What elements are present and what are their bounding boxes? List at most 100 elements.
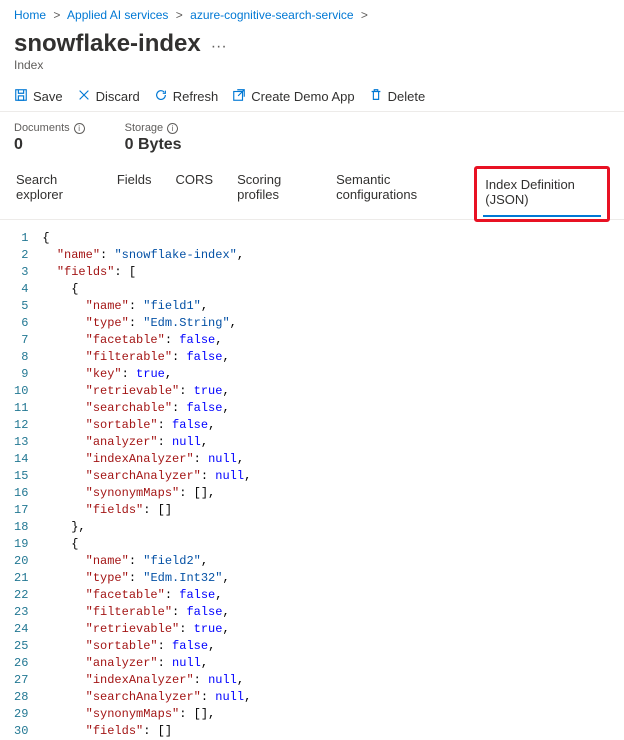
chevron-right-icon: >: [53, 8, 60, 22]
code-line: "filterable": false,: [42, 604, 251, 621]
code-line: "type": "Edm.String",: [42, 315, 251, 332]
line-number: 27: [14, 672, 28, 689]
code-line: "fields": []: [42, 723, 251, 740]
tab-cors[interactable]: CORS: [174, 166, 216, 219]
highlight-annotation: Index Definition (JSON): [474, 166, 610, 222]
line-number: 23: [14, 604, 28, 621]
tab-fields[interactable]: Fields: [115, 166, 154, 219]
code-line: "sortable": false,: [42, 417, 251, 434]
line-number: 26: [14, 655, 28, 672]
tab-index-definition-json[interactable]: Index Definition (JSON): [483, 171, 601, 217]
create-demo-label: Create Demo App: [251, 89, 354, 104]
line-number: 2: [14, 247, 28, 264]
code-line: "name": "field2",: [42, 553, 251, 570]
code-line: "retrievable": true,: [42, 621, 251, 638]
code-line: "key": true,: [42, 366, 251, 383]
line-number: 30: [14, 723, 28, 740]
tab-semantic-configurations[interactable]: Semantic configurations: [334, 166, 454, 219]
save-button[interactable]: Save: [14, 88, 63, 105]
line-gutter: 1234567891011121314151617181920212223242…: [14, 230, 42, 740]
code-line: {: [42, 230, 251, 247]
code-line: "fields": [: [42, 264, 251, 281]
info-icon[interactable]: i: [167, 123, 178, 134]
code-line: {: [42, 281, 251, 298]
code-line: "searchAnalyzer": null,: [42, 468, 251, 485]
line-number: 15: [14, 468, 28, 485]
documents-value: 0: [14, 136, 85, 154]
discard-button[interactable]: Discard: [77, 88, 140, 105]
chevron-right-icon: >: [176, 8, 183, 22]
info-icon[interactable]: i: [74, 123, 85, 134]
line-number: 10: [14, 383, 28, 400]
code-line: },: [42, 519, 251, 536]
line-number: 5: [14, 298, 28, 315]
create-demo-button[interactable]: Create Demo App: [232, 88, 354, 105]
code-line: "synonymMaps": [],: [42, 485, 251, 502]
line-number: 24: [14, 621, 28, 638]
line-number: 29: [14, 706, 28, 723]
line-number: 1: [14, 230, 28, 247]
line-number: 8: [14, 349, 28, 366]
code-line: "retrievable": true,: [42, 383, 251, 400]
line-number: 16: [14, 485, 28, 502]
delete-label: Delete: [388, 89, 426, 104]
code-line: "type": "Edm.Int32",: [42, 570, 251, 587]
refresh-button[interactable]: Refresh: [154, 88, 219, 105]
line-number: 19: [14, 536, 28, 553]
line-number: 25: [14, 638, 28, 655]
line-number: 21: [14, 570, 28, 587]
code-line: "synonymMaps": [],: [42, 706, 251, 723]
save-icon: [14, 88, 28, 105]
line-number: 3: [14, 264, 28, 281]
breadcrumb-item[interactable]: Applied AI services: [67, 8, 168, 22]
documents-label: Documents: [14, 122, 70, 134]
breadcrumb-item[interactable]: Home: [14, 8, 46, 22]
line-number: 13: [14, 434, 28, 451]
line-number: 12: [14, 417, 28, 434]
line-number: 18: [14, 519, 28, 536]
delete-button[interactable]: Delete: [369, 88, 426, 105]
refresh-label: Refresh: [173, 89, 219, 104]
code-line: "sortable": false,: [42, 638, 251, 655]
code-line: "facetable": false,: [42, 332, 251, 349]
save-label: Save: [33, 89, 63, 104]
tab-search-explorer[interactable]: Search explorer: [14, 166, 95, 219]
line-number: 22: [14, 587, 28, 604]
external-icon: [232, 88, 246, 105]
more-icon[interactable]: ···: [211, 38, 227, 56]
stats-panel: Documents i 0 Storagei 0 Bytes: [0, 112, 624, 160]
documents-stat: Documents i 0: [14, 122, 85, 154]
code-line: "analyzer": null,: [42, 434, 251, 451]
breadcrumb-item[interactable]: azure-cognitive-search-service: [190, 8, 353, 22]
breadcrumb: Home > Applied AI services > azure-cogni…: [0, 0, 624, 26]
code-line: "fields": []: [42, 502, 251, 519]
line-number: 17: [14, 502, 28, 519]
storage-label: Storage: [125, 122, 164, 134]
line-number: 4: [14, 281, 28, 298]
page-subtitle: Index: [0, 58, 624, 82]
chevron-right-icon: >: [361, 8, 368, 22]
line-number: 11: [14, 400, 28, 417]
code-line: {: [42, 536, 251, 553]
code-line: "indexAnalyzer": null,: [42, 451, 251, 468]
line-number: 9: [14, 366, 28, 383]
code-line: "facetable": false,: [42, 587, 251, 604]
code-line: "searchAnalyzer": null,: [42, 689, 251, 706]
code-content[interactable]: { "name": "snowflake-index", "fields": […: [42, 230, 251, 740]
line-number: 6: [14, 315, 28, 332]
code-line: "filterable": false,: [42, 349, 251, 366]
line-number: 14: [14, 451, 28, 468]
tab-scoring-profiles[interactable]: Scoring profiles: [235, 166, 314, 219]
toolbar: Save Discard Refresh Create Demo App Del…: [0, 82, 624, 112]
close-icon: [77, 88, 91, 105]
line-number: 28: [14, 689, 28, 706]
code-line: "name": "snowflake-index",: [42, 247, 251, 264]
page-title: snowflake-index: [14, 30, 201, 58]
code-line: "searchable": false,: [42, 400, 251, 417]
refresh-icon: [154, 88, 168, 105]
code-line: "analyzer": null,: [42, 655, 251, 672]
line-number: 20: [14, 553, 28, 570]
code-line: "name": "field1",: [42, 298, 251, 315]
json-editor[interactable]: 1234567891011121314151617181920212223242…: [0, 220, 624, 740]
storage-stat: Storagei 0 Bytes: [125, 122, 182, 154]
